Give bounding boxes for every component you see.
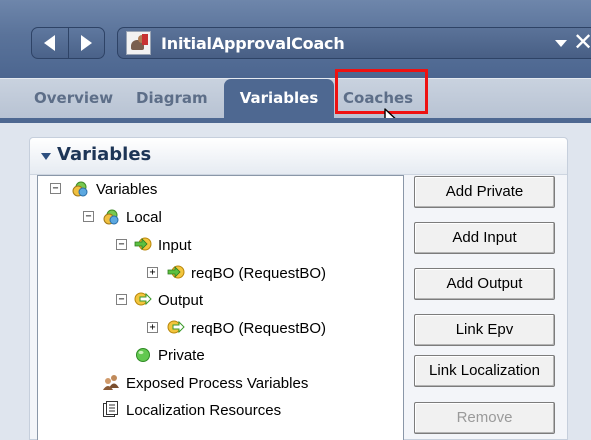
variables-tree[interactable]: − Variables − Local − Input + reqBO (Req… [37, 175, 404, 440]
add-output-button[interactable]: Add Output [414, 268, 555, 300]
triangle-left-icon [44, 35, 56, 51]
tree-item-label: reqBO (RequestBO) [191, 319, 327, 337]
input-arrow-icon [134, 237, 152, 251]
collapse-triangle-icon[interactable] [41, 153, 51, 160]
expand-toggle[interactable]: + [147, 322, 158, 333]
tree-item-local[interactable]: Local [126, 206, 162, 228]
tree-item-label: Private [158, 346, 205, 364]
tree-item-label: Localization Resources [126, 401, 282, 419]
output-arrow-icon [134, 292, 152, 306]
expand-toggle[interactable]: + [147, 267, 158, 278]
resources-icon [103, 401, 118, 417]
tree-item-exposed-process-variables[interactable]: Exposed Process Variables [126, 372, 308, 394]
tree-item-label: Output [158, 291, 204, 309]
section-header[interactable]: Variables [30, 138, 567, 175]
tree-item-variables[interactable]: Variables [96, 178, 157, 200]
tree-item-label: reqBO (RequestBO) [191, 264, 327, 282]
add-private-button[interactable]: Add Private [414, 176, 555, 208]
variables-icon [72, 181, 88, 197]
link-epv-button[interactable]: Link Epv [414, 314, 555, 346]
tree-item-localization-resources[interactable]: Localization Resources [126, 399, 281, 421]
collapse-toggle[interactable]: − [50, 183, 61, 194]
tree-item-private[interactable]: Private [158, 344, 205, 366]
variables-icon [103, 209, 119, 225]
tree-item-label: Exposed Process Variables [126, 374, 309, 392]
coaches-tab-highlight-box [335, 69, 428, 114]
editor-tab-bar: Overview Diagram Variables Coaches [0, 78, 591, 119]
tab-diagram[interactable]: Diagram [136, 79, 208, 119]
collapse-toggle[interactable]: − [116, 294, 127, 305]
tree-item-input-reqbo[interactable]: reqBO (RequestBO) [191, 262, 326, 284]
tree-item-label: Input [158, 236, 192, 254]
input-arrow-icon [167, 265, 185, 279]
section-title: Variables [57, 144, 152, 165]
document-tab[interactable]: InitialApprovalCoach ✕ [117, 27, 591, 59]
triangle-right-icon [80, 35, 92, 51]
forward-button[interactable] [67, 28, 105, 58]
tree-item-label: Local [126, 208, 162, 226]
coach-icon [126, 31, 151, 55]
chevron-down-icon[interactable] [555, 40, 567, 47]
document-title: InitialApprovalCoach [161, 34, 345, 53]
collapse-toggle[interactable]: − [83, 211, 94, 222]
output-arrow-icon [167, 320, 185, 334]
history-nav [31, 27, 105, 59]
collapse-toggle[interactable]: − [116, 239, 127, 250]
link-localization-button[interactable]: Link Localization [414, 355, 555, 387]
tree-item-input[interactable]: Input [158, 234, 191, 256]
tab-variables[interactable]: Variables [224, 79, 334, 119]
tree-item-output-reqbo[interactable]: reqBO (RequestBO) [191, 317, 326, 339]
editor-title-bar: InitialApprovalCoach ✕ [0, 0, 591, 78]
private-icon [136, 348, 150, 362]
users-icon [103, 375, 119, 390]
add-input-button[interactable]: Add Input [414, 222, 555, 254]
tree-item-label: Variables [96, 180, 158, 198]
close-icon[interactable]: ✕ [573, 28, 591, 56]
back-button[interactable] [32, 28, 68, 58]
tab-overview[interactable]: Overview [34, 79, 113, 119]
remove-button[interactable]: Remove [414, 402, 555, 434]
tree-item-output[interactable]: Output [158, 289, 203, 311]
